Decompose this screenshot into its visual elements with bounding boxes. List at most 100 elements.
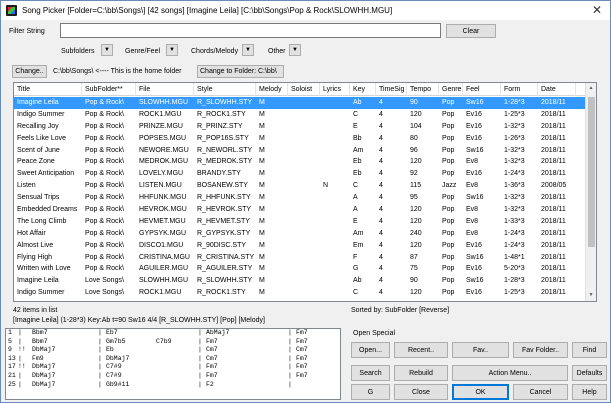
filter-string-input[interactable]	[60, 23, 441, 38]
table-cell: 4	[379, 253, 383, 261]
table-cell: Pop	[442, 217, 455, 225]
column-header[interactable]: Key	[350, 83, 376, 96]
table-row[interactable]: Sensual Trips Pop & Rock\ HHFUNK.MGU R_HHFU…	[14, 192, 586, 204]
table-cell: 1-32*3	[504, 206, 525, 214]
song-table[interactable]: Title SubFolder** File Style Melody Soloist Ly…	[13, 82, 597, 302]
table-cell: 4	[379, 110, 383, 118]
scroll-down-icon[interactable]: ▼	[586, 290, 596, 301]
fav-folder-button[interactable]: Fav Folder..	[513, 342, 568, 358]
other-dropdown[interactable]: ▼	[289, 44, 301, 56]
table-cell: A	[353, 194, 358, 202]
table-cell	[320, 263, 350, 275]
bar-separator: |	[288, 354, 292, 362]
table-cell: 1-33*3	[504, 217, 525, 225]
clear-button[interactable]: Clear	[446, 24, 496, 38]
table-row[interactable]: Indigo Summer Love Songs\ ROCK1.MGU R_ROCK1…	[14, 287, 586, 299]
bar-marker: |	[18, 329, 22, 336]
table-cell: M	[259, 253, 265, 261]
table-row[interactable]: Listen Pop & Rock\ LISTEN.MGU BOSANEW.STY M N…	[14, 180, 586, 192]
table-row[interactable]: Embedded Dreams Pop & Rock\ HEVROK.MGU R_HE…	[14, 204, 586, 216]
action-menu-button[interactable]: Action Menu..	[452, 365, 568, 381]
table-cell: Ev16	[466, 289, 482, 297]
column-header[interactable]: Title	[14, 83, 82, 96]
open-button[interactable]: Open...	[351, 342, 390, 358]
column-header[interactable]: Genre	[439, 83, 463, 96]
chord-symbol: Fm7	[206, 363, 218, 371]
table-row[interactable]: Indigo Summer Pop & Rock\ ROCK1.MGU R_ROCK1…	[14, 109, 586, 121]
table-row[interactable]: Scent of June Pop & Rock\ NEWORE.MGU R_NEWO…	[14, 145, 586, 157]
table-cell: 1-32*3	[504, 122, 525, 130]
close-button[interactable]: Close	[394, 384, 448, 400]
table-cell: NEWORE.MGU	[139, 146, 189, 154]
column-header[interactable]: Melody	[256, 83, 288, 96]
favorites-button[interactable]: Fav..	[452, 342, 509, 358]
column-header[interactable]: Lyrics	[320, 83, 350, 96]
column-header[interactable]: SubFolder**	[82, 83, 136, 96]
table-row[interactable]: Peace Zone Pop & Rock\ MEDROK.MGU R_MEDROK.…	[14, 156, 586, 168]
table-row[interactable]: The Long Climb Pop & Rock\ HEVMET.MGU R_HEV…	[14, 216, 586, 228]
table-cell: R_SLOWHH.STY	[197, 99, 253, 106]
table-row[interactable]: Recalling Joy Pop & Rock\ PRINZE.MGU R_PRIN…	[14, 121, 586, 133]
table-cell: R_90DISC.STY	[197, 241, 247, 249]
bar-separator: |	[98, 346, 102, 354]
bar-marker: |	[18, 354, 22, 362]
table-cell	[320, 275, 350, 287]
table-row[interactable]: Sweet Anticipation Pop & Rock\ LOVELY.MGU B…	[14, 168, 586, 180]
table-cell: Am	[353, 229, 364, 237]
genre-feel-dropdown[interactable]: ▼	[166, 44, 178, 56]
table-cell: 95	[410, 194, 418, 202]
column-header[interactable]: Feel	[463, 83, 501, 96]
chord-symbol: Eb	[106, 346, 114, 354]
column-header[interactable]: Date	[538, 83, 576, 96]
table-row[interactable]: Almost Live Pop & Rock\ DISCO1.MGU R_90DISC…	[14, 240, 586, 252]
subfolders-dropdown[interactable]: ▼	[101, 44, 113, 56]
table-cell: Ev16	[466, 241, 482, 249]
defaults-button[interactable]: Defaults	[572, 365, 607, 381]
scroll-thumb[interactable]	[588, 97, 595, 247]
help-button[interactable]: Help	[572, 384, 607, 400]
search-button[interactable]: Search	[351, 365, 390, 381]
change-to-folder-button[interactable]: Change to Folder: C:\bb\	[197, 65, 284, 78]
table-row[interactable]: Flying High Pop & Rock\ CRISTINA.MGU R_CRIS…	[14, 252, 586, 264]
table-cell: R_GYPSYK.STY	[197, 229, 251, 237]
column-header[interactable]: Soloist	[288, 83, 320, 96]
change-folder-button[interactable]: Change..	[12, 65, 47, 78]
items-count-text: 42 items in list	[13, 307, 58, 314]
app-icon	[6, 5, 17, 16]
table-cell	[288, 204, 320, 216]
bar-separator: |	[198, 329, 202, 336]
table-cell	[320, 192, 350, 204]
column-header[interactable]: Form	[501, 83, 538, 96]
bar-marker: !!	[18, 363, 26, 371]
find-button[interactable]: Find	[572, 342, 607, 358]
close-window-icon[interactable]: ✕	[592, 3, 602, 17]
table-row[interactable]: Written with Love Pop & Rock\ AGUILER.MGU R…	[14, 263, 586, 275]
table-cell	[288, 252, 320, 264]
ok-button[interactable]: OK	[452, 384, 509, 400]
table-cell: HEVMET.MGU	[139, 217, 186, 225]
table-row[interactable]: Recalling JoyLove Songs\PRINZE.MGUR_PRIN…	[14, 299, 586, 301]
vertical-scrollbar[interactable]: ▲ ▼	[585, 83, 596, 301]
table-cell: 240	[410, 229, 422, 237]
column-header[interactable]: Style	[194, 83, 256, 96]
table-cell: AGUILER.MGU	[139, 265, 189, 273]
table-cell: Peace Zone	[17, 158, 55, 166]
table-cell: SLOWHH.MGU	[139, 99, 188, 106]
bar-number: 21	[8, 371, 16, 379]
rebuild-button[interactable]: Rebuild	[394, 365, 448, 381]
g-button[interactable]: G	[351, 384, 390, 400]
column-header[interactable]: TimeSig	[376, 83, 407, 96]
table-row[interactable]: Feels Like Love Pop & Rock\ POPSES.MGU R_PO…	[14, 133, 586, 145]
cancel-button[interactable]: Cancel	[513, 384, 568, 400]
table-row[interactable]: Imagine Leila Pop & Rock\ SLOWHH.MGU R_SLOW…	[14, 97, 586, 109]
table-row[interactable]: Imagine Leila Love Songs\ SLOWHH.MGU R_SLOW…	[14, 275, 586, 287]
chords-melody-dropdown[interactable]: ▼	[242, 44, 254, 56]
table-cell: Pop	[442, 170, 455, 178]
recent-button[interactable]: Recent..	[394, 342, 448, 358]
table-row[interactable]: Hot Affair Pop & Rock\ GYPSYK.MGU R_GYPSYK.…	[14, 228, 586, 240]
scroll-up-icon[interactable]: ▲	[586, 83, 596, 94]
table-cell: M	[259, 182, 265, 190]
chord-symbol: Gm7b5	[106, 337, 126, 345]
column-header[interactable]: Tempo	[407, 83, 439, 96]
column-header[interactable]: File	[136, 83, 194, 96]
